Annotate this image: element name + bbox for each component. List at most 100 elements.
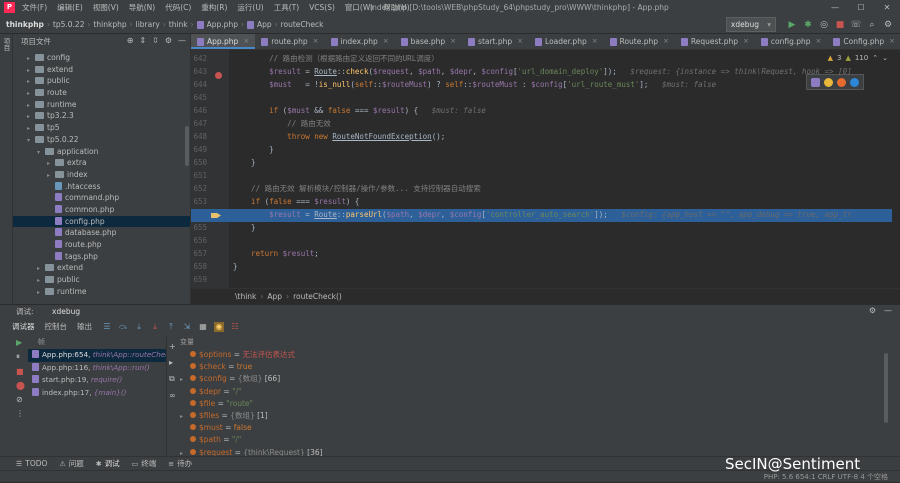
tree-item[interactable]: database.php [13, 227, 190, 239]
hide-icon[interactable]: — [178, 36, 186, 45]
breadcrumb-item[interactable]: library [136, 16, 160, 33]
view-breakpoints-icon[interactable]: ⬤ [16, 381, 28, 390]
add-watch-icon[interactable]: + [169, 342, 179, 351]
tree-item[interactable]: route.php [13, 239, 190, 251]
breadcrumb-item[interactable]: thinkphp [6, 16, 44, 33]
expand-icon[interactable]: ⇳ [152, 36, 159, 45]
project-panel-title[interactable]: 项目文件 [21, 34, 51, 50]
tree-scrollbar[interactable] [185, 126, 189, 166]
tree-item[interactable]: ▸ public [13, 274, 190, 286]
close-icon[interactable]: × [816, 34, 822, 49]
run-icon[interactable]: ▶ [786, 19, 798, 31]
step-into-icon[interactable]: ⤓ [134, 322, 144, 332]
menu-item[interactable]: 视图(V) [93, 0, 119, 16]
coverage-icon[interactable]: ◎ [818, 19, 830, 31]
firefox-icon[interactable] [837, 77, 846, 87]
variable-row[interactable]: $depr = "/" [180, 386, 900, 398]
breadcrumb-item[interactable]: routeCheck() [293, 289, 342, 305]
chevron-up-icon[interactable]: ⌃ [872, 54, 878, 62]
tree-item[interactable]: ▾ tp5.0.22 [13, 134, 190, 146]
tool-tab[interactable]: 调试 [105, 457, 120, 471]
variables-scrollbar[interactable] [884, 353, 888, 423]
glasses-icon[interactable]: ∞ [169, 391, 179, 400]
close-icon[interactable]: × [663, 34, 669, 49]
editor-tab[interactable]: Loader.php × [529, 34, 604, 49]
tree-item[interactable]: ▸ route [13, 87, 190, 99]
stack-frame[interactable]: index.php:17, {main}() [28, 387, 166, 400]
close-window-button[interactable]: ✕ [874, 0, 900, 16]
editor-tab[interactable]: Request.php × [675, 34, 755, 49]
pause-icon[interactable]: ⏸ [16, 352, 28, 362]
debug-session-tab[interactable]: xdebug [52, 305, 80, 319]
collapse-all-icon[interactable]: ⇕ [139, 36, 146, 45]
tab-console[interactable]: 控制台 [45, 320, 68, 334]
editor-tab[interactable]: Route.php × [604, 34, 675, 49]
tree-item[interactable]: common.php [13, 204, 190, 216]
settings-icon[interactable]: ⚙ [882, 19, 894, 31]
search-icon[interactable]: ⌕ [866, 19, 878, 31]
tool-tab[interactable]: TODO [25, 457, 47, 471]
menu-item[interactable]: 导航(N) [129, 0, 155, 16]
chevron-down-icon[interactable]: ⌄ [882, 54, 888, 62]
close-icon[interactable]: × [889, 34, 895, 49]
edge-icon[interactable] [850, 77, 859, 87]
inspection-widget[interactable]: ▲ 3 ▲ 110 ⌃ ⌄ [824, 52, 888, 63]
breadcrumb-item[interactable]: thinkphp [93, 16, 126, 33]
listen-debug-icon[interactable]: ☏ [850, 19, 862, 31]
stack-frame[interactable]: App.php:116, think\App::run() [28, 362, 166, 375]
breadcrumb-item[interactable]: \think [235, 289, 256, 305]
mute-breakpoints-icon[interactable]: ⊘ [16, 395, 28, 404]
close-icon[interactable]: × [517, 34, 523, 49]
variable-row[interactable]: ▸ $config = {数组} [66] [180, 373, 900, 385]
variable-row[interactable]: $file = "route" [180, 398, 900, 410]
maximize-button[interactable]: ☐ [848, 0, 874, 16]
step-over-icon[interactable]: ⤼ [118, 322, 128, 332]
editor-tab[interactable]: Config.php × [827, 34, 900, 49]
menu-item[interactable]: 代码(C) [165, 0, 191, 16]
evaluate-icon[interactable]: ▦ [198, 322, 208, 332]
menu-item[interactable]: 编辑(E) [57, 0, 83, 16]
tab-output[interactable]: 输出 [77, 320, 92, 334]
menu-item[interactable]: 运行(U) [237, 0, 263, 16]
tool-tab[interactable]: 终端 [141, 457, 156, 471]
tree-item[interactable]: ▸ extend [13, 64, 190, 76]
tab-debugger[interactable]: 调试器 [12, 320, 35, 334]
breadcrumb-item[interactable]: routeCheck [281, 16, 324, 33]
editor-tab[interactable]: base.php × [395, 34, 462, 49]
tree-item[interactable]: ▸ tp5 [13, 122, 190, 134]
editor-tab[interactable]: index.php × [325, 34, 395, 49]
watch-icon[interactable]: ◉ [214, 322, 224, 332]
menu-item[interactable]: 重构(R) [201, 0, 227, 16]
menu-item[interactable]: 文件(F) [22, 0, 47, 16]
close-icon[interactable]: × [450, 34, 456, 49]
menu-item[interactable]: 工具(T) [274, 0, 299, 16]
editor-scrollbar[interactable] [892, 50, 900, 288]
tool-tab[interactable]: 待办 [177, 457, 192, 471]
tree-item[interactable]: ▸ runtime [13, 286, 190, 298]
close-icon[interactable]: × [243, 34, 249, 49]
variable-row[interactable]: $check = true [180, 361, 900, 373]
variable-row[interactable]: $must = false [180, 422, 900, 434]
tree-item[interactable]: ▸ public [13, 75, 190, 87]
tree-item[interactable]: command.php [13, 192, 190, 204]
tree-item[interactable]: ▸ index [13, 169, 190, 181]
expand-icon[interactable]: ▸ [169, 358, 179, 367]
editor-tab[interactable]: config.php × [755, 34, 827, 49]
tree-item[interactable]: ▸ config [13, 52, 190, 64]
expand-arrow-icon[interactable]: ▸ [180, 374, 190, 386]
tree-item[interactable]: tags.php [13, 251, 190, 263]
stop-icon[interactable]: ■ [16, 367, 28, 376]
stack-frame[interactable]: start.php:19, require() [28, 374, 166, 387]
stack-frame[interactable]: App.php:654, think\App::routeCheck() [28, 349, 166, 362]
editor-tab[interactable]: route.php × [255, 34, 324, 49]
tree-item[interactable]: .htaccess [13, 181, 190, 193]
close-icon[interactable]: × [383, 34, 389, 49]
breadcrumb-item[interactable]: App [267, 289, 282, 305]
tree-arrow-icon[interactable]: ▸ [37, 287, 45, 299]
breadcrumb-item[interactable]: App.php [207, 16, 238, 33]
hide-icon[interactable]: — [884, 306, 892, 315]
show-execution-point-icon[interactable]: ☰ [102, 322, 112, 332]
code-editor[interactable]: 6426436446456466476486496506516526536546… [191, 50, 900, 288]
minimize-button[interactable]: — [822, 0, 848, 16]
breadcrumb-item[interactable]: think [169, 16, 188, 33]
